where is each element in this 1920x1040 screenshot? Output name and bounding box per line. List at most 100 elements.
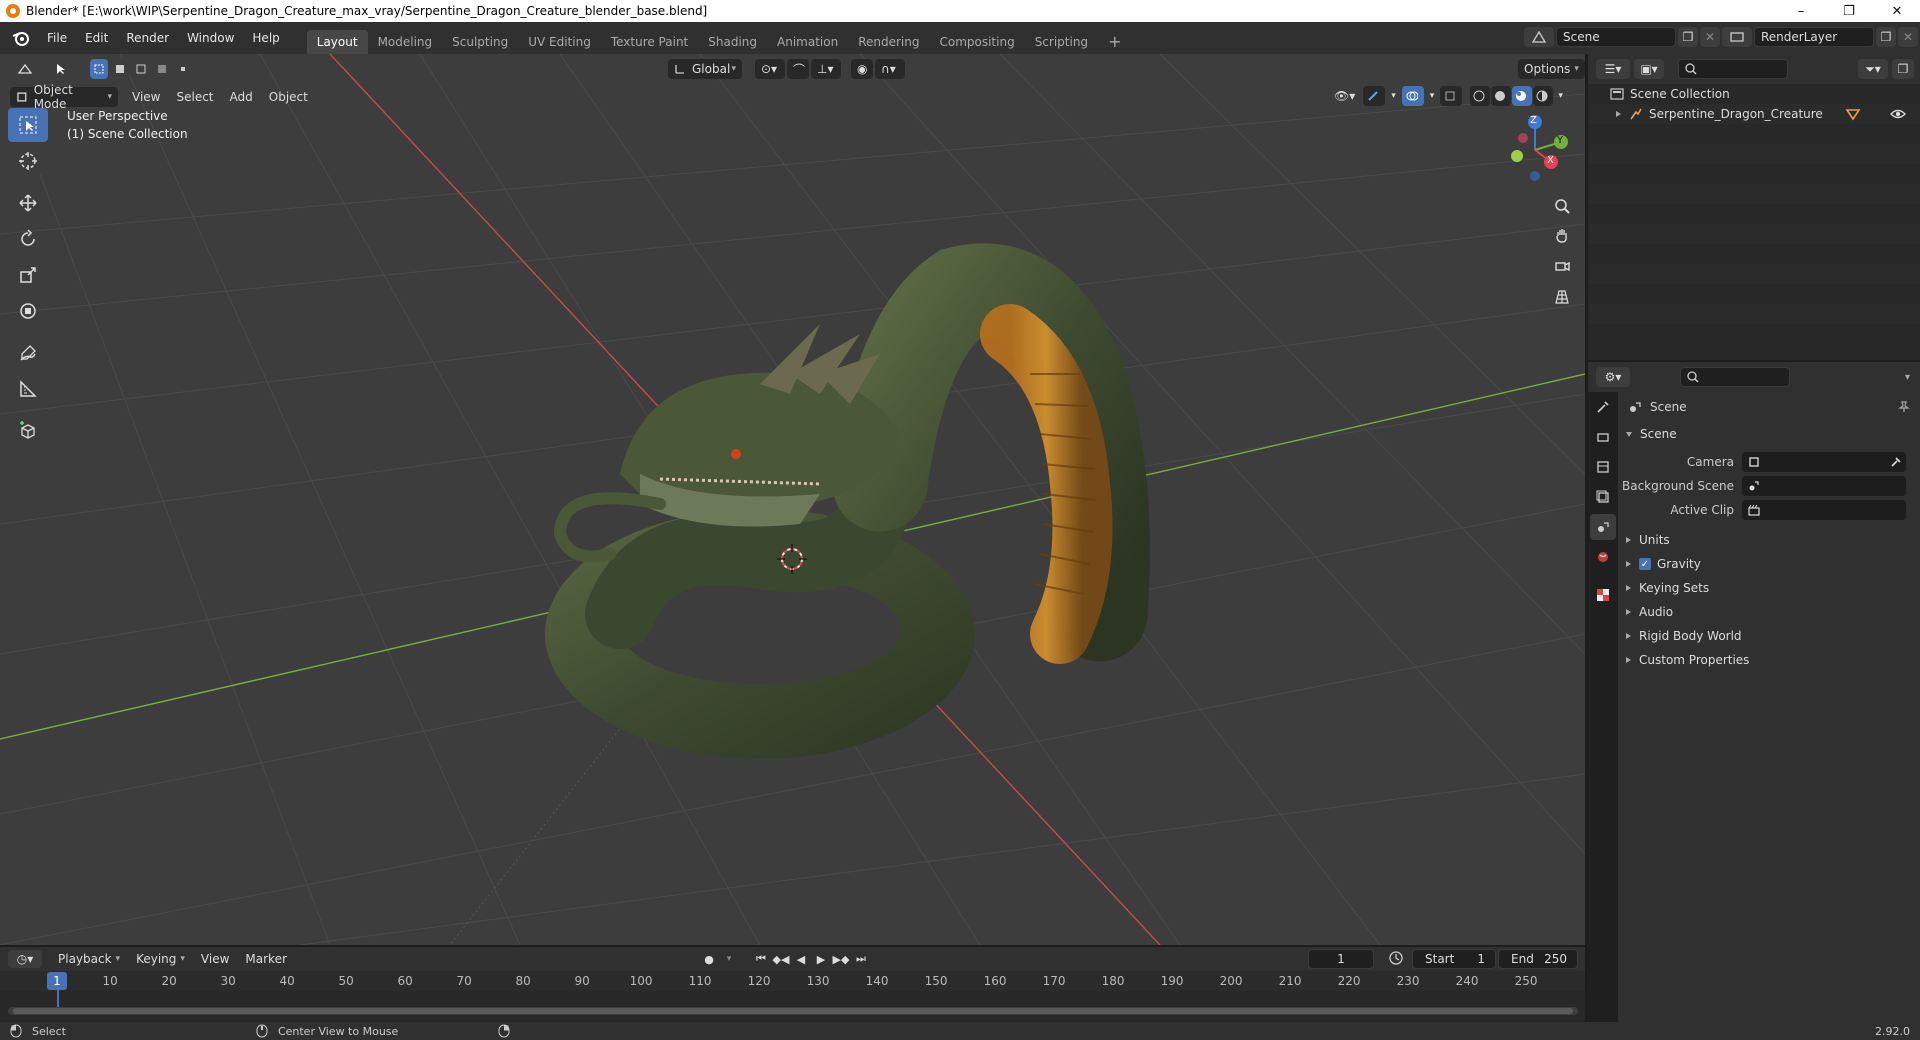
chevron-down-icon[interactable]: ▾	[1389, 86, 1398, 106]
perspective-toggle-icon[interactable]	[1549, 284, 1575, 310]
menu-edit[interactable]: Edit	[76, 27, 117, 49]
transform-orientation-dropdown[interactable]: Global ▾	[668, 59, 742, 79]
close-window-button[interactable]: ✕	[1874, 0, 1920, 22]
timeline-scrollbar[interactable]	[8, 1007, 1578, 1015]
viewport-menu-select[interactable]: Select	[168, 87, 221, 107]
keying-sets-panel-header[interactable]: Keying Sets	[1618, 576, 1920, 600]
gravity-panel-header[interactable]: ✓ Gravity	[1618, 552, 1920, 576]
annotate-tool-icon[interactable]	[8, 336, 48, 370]
snap-toggle-icon[interactable]: ⌒	[787, 59, 809, 79]
proportional-edit-icon[interactable]: ◉	[851, 59, 873, 79]
tab-view-layer-icon[interactable]	[1590, 484, 1616, 510]
select-tool-icon[interactable]	[50, 59, 72, 79]
tab-texture-paint[interactable]: Texture Paint	[601, 30, 698, 54]
tab-texture-icon[interactable]	[1590, 582, 1616, 608]
outliner-object-row[interactable]: Serpentine_Dragon_Creature	[1588, 104, 1920, 124]
scene-section-header[interactable]: Scene	[1618, 422, 1920, 446]
transform-tool-icon[interactable]	[8, 294, 48, 328]
add-workspace-button[interactable]: +	[1098, 30, 1131, 54]
timeline-editor-type-icon[interactable]: ◷▾	[8, 950, 42, 968]
options-dropdown[interactable]: Options ▾	[1518, 59, 1585, 79]
timeline-menu-keying[interactable]: Keying ▾	[128, 949, 193, 969]
gravity-checkbox[interactable]: ✓	[1639, 558, 1651, 570]
visibility-icon[interactable]: 👁▾	[1330, 86, 1359, 106]
tab-render-icon[interactable]	[1590, 424, 1616, 450]
filter-icon[interactable]: ⏷▾	[1858, 59, 1888, 79]
rendered-shading-icon[interactable]	[1533, 86, 1554, 106]
measure-tool-icon[interactable]	[8, 372, 48, 406]
tab-shading[interactable]: Shading	[698, 30, 767, 54]
tab-layout[interactable]: Layout	[306, 30, 368, 54]
jump-to-keyframe-next-icon[interactable]: ▶◆	[832, 950, 850, 968]
tab-world-icon[interactable]	[1590, 544, 1616, 570]
outliner-scene-collection-row[interactable]: Scene Collection	[1588, 84, 1920, 104]
end-frame-field[interactable]: End 250	[1498, 949, 1578, 969]
renderlayer-browse-icon[interactable]	[1722, 27, 1752, 47]
select-invert-icon[interactable]	[153, 59, 171, 79]
jump-to-keyframe-prev-icon[interactable]: ◆◀	[772, 950, 790, 968]
tab-sculpting[interactable]: Sculpting	[442, 30, 518, 54]
tab-rendering[interactable]: Rendering	[848, 30, 929, 54]
outliner-search-input[interactable]	[1678, 59, 1788, 79]
tab-modeling[interactable]: Modeling	[368, 30, 443, 54]
overlays-toggle-icon[interactable]	[1401, 86, 1424, 106]
timeline-menu-playback[interactable]: Playback ▾	[50, 949, 128, 969]
audio-panel-header[interactable]: Audio	[1618, 600, 1920, 624]
timeline-ruler[interactable]: 1 10 20 30 40 50 60 70 80 90 100 110 120 130 140 150 160…	[0, 971, 1585, 1014]
viewport-menu-view[interactable]: View	[124, 87, 168, 107]
navigation-gizmo[interactable]: Z Y X	[1495, 110, 1575, 190]
snap-target-icon[interactable]: ⊥▾	[811, 59, 841, 79]
new-collection-icon[interactable]: ❐	[1892, 59, 1914, 79]
proportional-falloff-icon[interactable]: ∩▾	[875, 59, 905, 79]
chevron-down-icon[interactable]: ▾	[720, 950, 738, 968]
maximize-button[interactable]: ❐	[1826, 0, 1872, 22]
expand-arrow-icon[interactable]	[1616, 111, 1621, 117]
chevron-down-icon[interactable]: ▾	[1428, 86, 1437, 106]
select-intersect-icon[interactable]	[174, 59, 192, 79]
custom-properties-panel-header[interactable]: Custom Properties	[1618, 648, 1920, 672]
solid-shading-icon[interactable]	[1491, 86, 1512, 106]
xray-toggle-icon[interactable]	[1440, 86, 1463, 106]
add-cube-tool-icon[interactable]	[8, 414, 48, 448]
new-scene-icon[interactable]: ❐	[1678, 27, 1698, 47]
clock-icon[interactable]	[1388, 950, 1404, 969]
current-frame-field[interactable]: 1	[1308, 949, 1374, 969]
viewport-menu-object[interactable]: Object	[261, 87, 316, 107]
rigid-body-world-panel-header[interactable]: Rigid Body World	[1618, 624, 1920, 648]
3d-viewport[interactable]	[0, 54, 1585, 945]
display-mode-icon[interactable]: ▣▾	[1634, 59, 1664, 79]
pivot-point-icon[interactable]: ⊙▾	[755, 59, 785, 79]
tab-scene-icon[interactable]	[1590, 514, 1616, 540]
play-icon[interactable]: ▶	[812, 950, 830, 968]
tab-uv-editing[interactable]: UV Editing	[518, 30, 601, 54]
select-new-icon[interactable]	[90, 59, 108, 79]
zoom-icon[interactable]	[1549, 193, 1575, 219]
timeline-scrollbar-thumb[interactable]	[13, 1008, 1573, 1014]
jump-to-end-icon[interactable]: ⏭	[852, 950, 870, 968]
tab-output-icon[interactable]	[1590, 454, 1616, 480]
new-renderlayer-icon[interactable]: ❐	[1876, 27, 1896, 47]
tab-tool-icon[interactable]	[1590, 394, 1616, 420]
scale-tool-icon[interactable]	[8, 258, 48, 292]
delete-renderlayer-icon[interactable]: ✕	[1898, 27, 1918, 47]
record-keyframe-icon[interactable]: ●	[700, 950, 718, 968]
chevron-down-icon[interactable]: ▾	[1554, 86, 1567, 106]
jump-to-start-icon[interactable]: ⏮	[752, 950, 770, 968]
timeline-menu-marker[interactable]: Marker	[237, 949, 294, 969]
armature-data-icon[interactable]	[1845, 107, 1861, 121]
select-box-tool-icon[interactable]	[8, 108, 48, 142]
rotate-tool-icon[interactable]	[8, 222, 48, 256]
visibility-eye-icon[interactable]	[1890, 108, 1906, 120]
background-scene-field[interactable]	[1742, 476, 1906, 496]
editor-type-icon[interactable]	[8, 59, 42, 79]
play-reverse-icon[interactable]: ◀	[792, 950, 810, 968]
move-tool-icon[interactable]	[8, 186, 48, 220]
select-extend-icon[interactable]	[111, 59, 129, 79]
chevron-down-icon[interactable]: ▾	[1905, 372, 1910, 383]
material-preview-icon[interactable]	[1512, 86, 1533, 106]
outliner-editor-type-icon[interactable]: ☰▾	[1596, 59, 1630, 79]
gizmo-toggle-icon[interactable]	[1363, 86, 1386, 106]
properties-editor-type-icon[interactable]: ⚙▾	[1596, 367, 1630, 387]
menu-file[interactable]: File	[38, 27, 76, 49]
select-subtract-icon[interactable]	[132, 59, 150, 79]
